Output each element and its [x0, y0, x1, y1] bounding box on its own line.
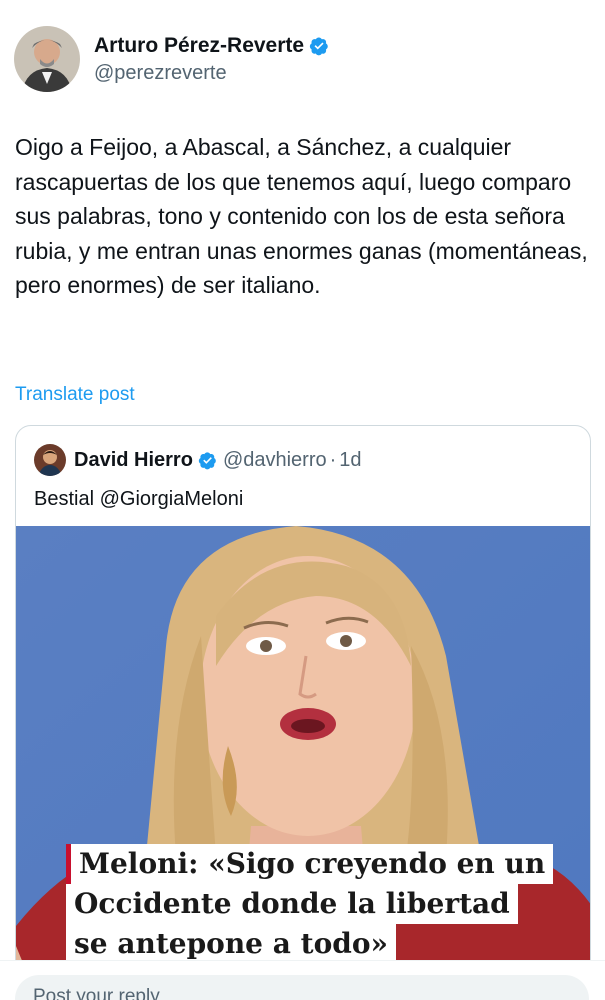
verified-badge-icon: [198, 451, 216, 469]
quote-author-avatar[interactable]: [34, 444, 66, 476]
quoted-post[interactable]: David Hierro @davhierro · 1d Bestial @Gi…: [15, 425, 591, 1000]
caption-line: Occidente donde la libertad: [66, 884, 518, 924]
author-avatar[interactable]: [14, 26, 80, 92]
quote-author-name[interactable]: David Hierro: [74, 449, 193, 472]
translate-post-link[interactable]: Translate post: [15, 384, 135, 406]
author-handle[interactable]: @perezreverte: [94, 61, 329, 85]
caption-line: Meloni: «Sigo creyendo en un: [66, 844, 554, 884]
caption-line: se antepone a todo»: [66, 924, 397, 964]
reply-bar: Post your reply: [0, 960, 605, 1000]
reply-input[interactable]: Post your reply: [15, 975, 589, 1000]
post-author: Arturo Pérez-Reverte @perezreverte: [14, 26, 329, 92]
author-avatar-image: [14, 26, 80, 92]
media-caption: Meloni: «Sigo creyendo en un Occidente d…: [66, 844, 554, 964]
quote-timestamp[interactable]: 1d: [339, 449, 361, 472]
author-name[interactable]: Arturo Pérez-Reverte: [94, 33, 304, 59]
quote-text: Bestial @GiorgiaMeloni: [34, 488, 244, 510]
quote-author-handle[interactable]: @davhierro: [223, 449, 327, 472]
separator-dot: ·: [329, 448, 337, 471]
post-text: Oigo a Feijoo, a Abascal, a Sánchez, a c…: [15, 134, 588, 299]
quote-media-image[interactable]: Meloni: «Sigo creyendo en un Occidente d…: [16, 526, 590, 1000]
verified-badge-icon: [309, 37, 328, 56]
quote-avatar-image: [34, 444, 66, 476]
